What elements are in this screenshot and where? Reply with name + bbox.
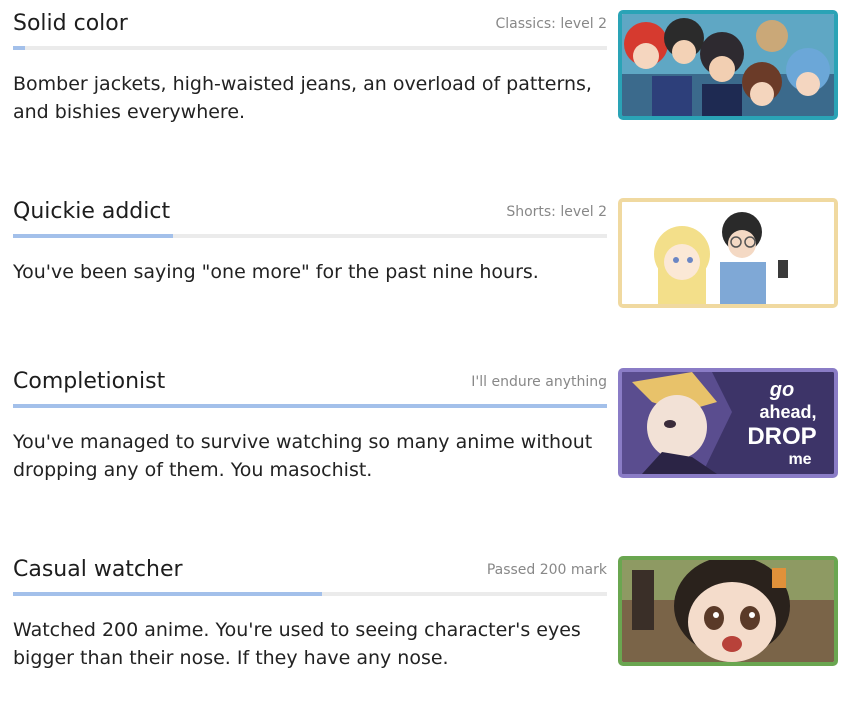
badge-image [618,10,838,120]
svg-text:me: me [788,451,811,468]
badge-title: Casual watcher [13,557,183,582]
badge-description: You've managed to survive watching so ma… [13,431,593,481]
progress-bar [13,404,607,408]
badge-description: Bomber jackets, high-waisted jeans, an o… [13,73,592,123]
badge-level: Passed 200 mark [486,562,607,578]
progress-bar [13,592,607,596]
badge-solid-color: Solid color Classics: level 2 Bomber jac… [0,10,846,160]
badge-casual-watcher: Casual watcher Passed 200 mark Watched 2… [0,556,846,706]
badge-title: Completionist [13,369,166,394]
svg-text:DROP: DROP [747,423,816,450]
svg-text:go: go [769,379,794,401]
badge-quickie-addict: Quickie addict Shorts: level 2 You've be… [0,198,846,348]
progress-fill [13,234,174,238]
progress-fill [13,46,25,50]
badge-level: Shorts: level 2 [506,204,607,220]
badge-image [618,556,838,666]
badge-description: Watched 200 anime. You're used to seeing… [13,619,581,669]
badge-image: go ahead, DROP me [618,368,838,478]
badge-title: Quickie addict [13,199,171,224]
progress-fill [13,404,607,408]
badge-description: You've been saying "one more" for the pa… [13,261,539,283]
progress-fill [13,592,322,596]
badge-level: Classics: level 2 [495,16,607,32]
badge-title: Solid color [13,11,128,36]
svg-text:ahead,: ahead, [759,402,816,422]
badge-completionist: Completionist I'll endure anything You'v… [0,368,846,518]
progress-bar [13,234,607,238]
badge-level: I'll endure anything [471,374,607,390]
progress-bar [13,46,607,50]
badge-image [618,198,838,308]
